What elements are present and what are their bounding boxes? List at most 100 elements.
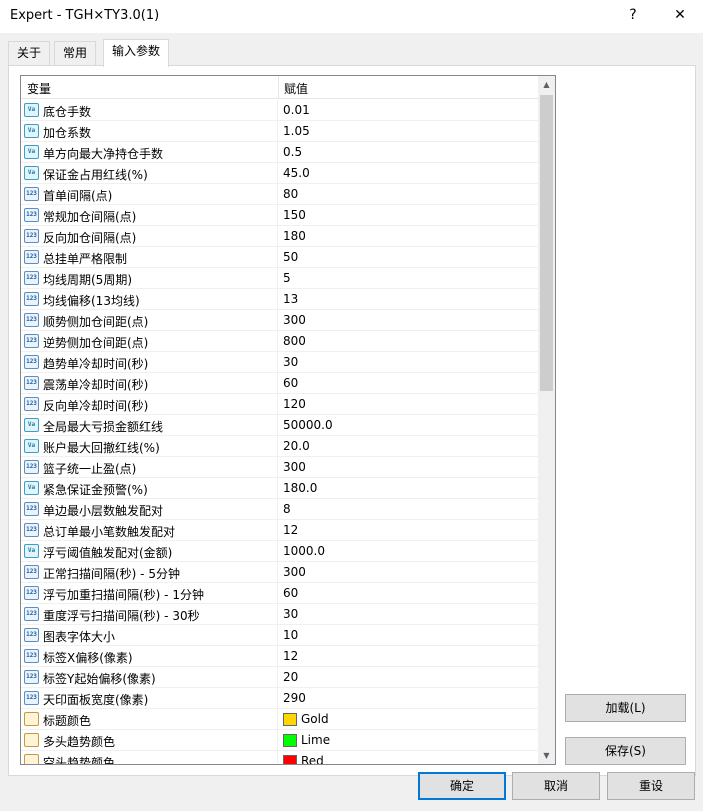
value-cell[interactable]: 80: [283, 187, 298, 201]
table-row[interactable]: 123 标签X偏移(像素) 12: [21, 646, 539, 667]
table-row[interactable]: 123 逆势侧加仓间距(点) 800: [21, 331, 539, 352]
variable-cell[interactable]: 多头趋势颜色: [21, 730, 278, 750]
table-row[interactable]: Va 账户最大回撤红线(%) 20.0: [21, 436, 539, 457]
variable-cell[interactable]: 123 顺势侧加仓间距(点): [21, 310, 278, 330]
close-button[interactable]: ✕: [657, 0, 703, 30]
variable-cell[interactable]: 123 首单间隔(点): [21, 184, 278, 204]
value-cell[interactable]: 20.0: [283, 439, 310, 453]
value-cell[interactable]: 20: [283, 670, 298, 684]
table-row[interactable]: 123 标签Y起始偏移(像素) 20: [21, 667, 539, 688]
value-cell[interactable]: 5: [283, 271, 291, 285]
table-row[interactable]: 123 顺势侧加仓间距(点) 300: [21, 310, 539, 331]
variable-cell[interactable]: 123 常规加仓间隔(点): [21, 205, 278, 225]
value-cell[interactable]: 180.0: [283, 481, 317, 495]
table-row[interactable]: 123 正常扫描间隔(秒) - 5分钟 300: [21, 562, 539, 583]
variable-cell[interactable]: 123 震荡单冷却时间(秒): [21, 373, 278, 393]
table-row[interactable]: 123 常规加仓间隔(点) 150: [21, 205, 539, 226]
table-row[interactable]: Va 加仓系数 1.05: [21, 121, 539, 142]
save-button[interactable]: 保存(S): [565, 737, 686, 765]
table-row[interactable]: 123 重度浮亏扫描间隔(秒) - 30秒 30: [21, 604, 539, 625]
variable-cell[interactable]: 123 篮子统一止盈(点): [21, 457, 278, 477]
help-button[interactable]: ?: [610, 0, 656, 30]
scroll-down-icon[interactable]: ▼: [538, 747, 555, 764]
variable-cell[interactable]: Va 紧急保证金预警(%): [21, 478, 278, 498]
value-cell[interactable]: 300: [283, 313, 306, 327]
value-cell[interactable]: 8: [283, 502, 291, 516]
table-row[interactable]: 123 总订单最小笔数触发配对 12: [21, 520, 539, 541]
variable-cell[interactable]: 123 正常扫描间隔(秒) - 5分钟: [21, 562, 278, 582]
variable-cell[interactable]: 123 标签Y起始偏移(像素): [21, 667, 278, 687]
value-cell[interactable]: 0.5: [283, 145, 302, 159]
variable-cell[interactable]: 123 总订单最小笔数触发配对: [21, 520, 278, 540]
color-swatch[interactable]: [283, 755, 297, 764]
value-cell[interactable]: 10: [283, 628, 298, 642]
value-cell[interactable]: 180: [283, 229, 306, 243]
reset-button[interactable]: 重设: [607, 772, 695, 800]
table-row[interactable]: Va 浮亏阈值触发配对(金额) 1000.0: [21, 541, 539, 562]
table-row[interactable]: 123 天印面板宽度(像素) 290: [21, 688, 539, 709]
value-cell[interactable]: 50000.0: [283, 418, 333, 432]
table-row[interactable]: Va 底仓手数 0.01: [21, 100, 539, 121]
variable-cell[interactable]: 123 图表字体大小: [21, 625, 278, 645]
column-header-value[interactable]: 赋值: [284, 80, 308, 97]
table-row[interactable]: 123 浮亏加重扫描间隔(秒) - 1分钟 60: [21, 583, 539, 604]
column-divider[interactable]: [278, 76, 279, 99]
scrollbar-thumb[interactable]: [540, 95, 553, 391]
ok-button[interactable]: 确定: [418, 772, 506, 800]
variable-cell[interactable]: 123 天印面板宽度(像素): [21, 688, 278, 708]
value-cell[interactable]: 13: [283, 292, 298, 306]
table-row[interactable]: Va 全局最大亏损金额红线 50000.0: [21, 415, 539, 436]
table-row[interactable]: 123 均线周期(5周期) 5: [21, 268, 539, 289]
variable-cell[interactable]: Va 加仓系数: [21, 121, 278, 141]
value-cell[interactable]: 50: [283, 250, 298, 264]
color-swatch[interactable]: [283, 713, 297, 726]
value-cell[interactable]: 300: [283, 565, 306, 579]
table-row[interactable]: 标题颜色 Gold: [21, 709, 539, 730]
table-row[interactable]: 123 总挂单严格限制 50: [21, 247, 539, 268]
variable-cell[interactable]: Va 账户最大回撤红线(%): [21, 436, 278, 456]
color-swatch[interactable]: [283, 734, 297, 747]
value-cell[interactable]: 12: [283, 523, 298, 537]
table-row[interactable]: 空头趋势颜色 Red: [21, 751, 539, 764]
table-row[interactable]: 123 震荡单冷却时间(秒) 60: [21, 373, 539, 394]
variable-cell[interactable]: 123 单边最小层数触发配对: [21, 499, 278, 519]
variable-cell[interactable]: 123 反向单冷却时间(秒): [21, 394, 278, 414]
variable-cell[interactable]: 标题颜色: [21, 709, 278, 729]
scroll-up-icon[interactable]: ▲: [538, 76, 555, 93]
table-row[interactable]: 多头趋势颜色 Lime: [21, 730, 539, 751]
value-cell[interactable]: 60: [283, 376, 298, 390]
load-button[interactable]: 加载(L): [565, 694, 686, 722]
cancel-button[interactable]: 取消: [512, 772, 600, 800]
value-cell[interactable]: 45.0: [283, 166, 310, 180]
table-row[interactable]: 123 反向单冷却时间(秒) 120: [21, 394, 539, 415]
table-row[interactable]: Va 保证金占用红线(%) 45.0: [21, 163, 539, 184]
column-header-variable[interactable]: 变量: [27, 80, 51, 97]
tab-about[interactable]: 关于: [8, 41, 51, 65]
value-cell[interactable]: 12: [283, 649, 298, 663]
table-row[interactable]: 123 篮子统一止盈(点) 300: [21, 457, 539, 478]
value-cell[interactable]: Gold: [301, 712, 329, 726]
table-row[interactable]: 123 均线偏移(13均线) 13: [21, 289, 539, 310]
variable-cell[interactable]: 123 总挂单严格限制: [21, 247, 278, 267]
variable-cell[interactable]: Va 底仓手数: [21, 100, 278, 120]
vertical-scrollbar[interactable]: ▲ ▼: [538, 76, 555, 764]
table-row[interactable]: 123 反向加仓间隔(点) 180: [21, 226, 539, 247]
value-cell[interactable]: 1.05: [283, 124, 310, 138]
value-cell[interactable]: 1000.0: [283, 544, 325, 558]
value-cell[interactable]: 30: [283, 355, 298, 369]
value-cell[interactable]: Lime: [301, 733, 330, 747]
table-row[interactable]: 123 首单间隔(点) 80: [21, 184, 539, 205]
table-row[interactable]: 123 单边最小层数触发配对 8: [21, 499, 539, 520]
table-row[interactable]: 123 图表字体大小 10: [21, 625, 539, 646]
value-cell[interactable]: 60: [283, 586, 298, 600]
tab-input-params[interactable]: 输入参数: [103, 39, 170, 67]
value-cell[interactable]: 0.01: [283, 103, 310, 117]
table-row[interactable]: Va 紧急保证金预警(%) 180.0: [21, 478, 539, 499]
variable-cell[interactable]: Va 浮亏阈值触发配对(金额): [21, 541, 278, 561]
variable-cell[interactable]: 123 标签X偏移(像素): [21, 646, 278, 666]
variable-cell[interactable]: 123 浮亏加重扫描间隔(秒) - 1分钟: [21, 583, 278, 603]
value-cell[interactable]: 30: [283, 607, 298, 621]
tab-common[interactable]: 常用: [54, 41, 97, 65]
variable-cell[interactable]: 空头趋势颜色: [21, 751, 278, 764]
value-cell[interactable]: 120: [283, 397, 306, 411]
